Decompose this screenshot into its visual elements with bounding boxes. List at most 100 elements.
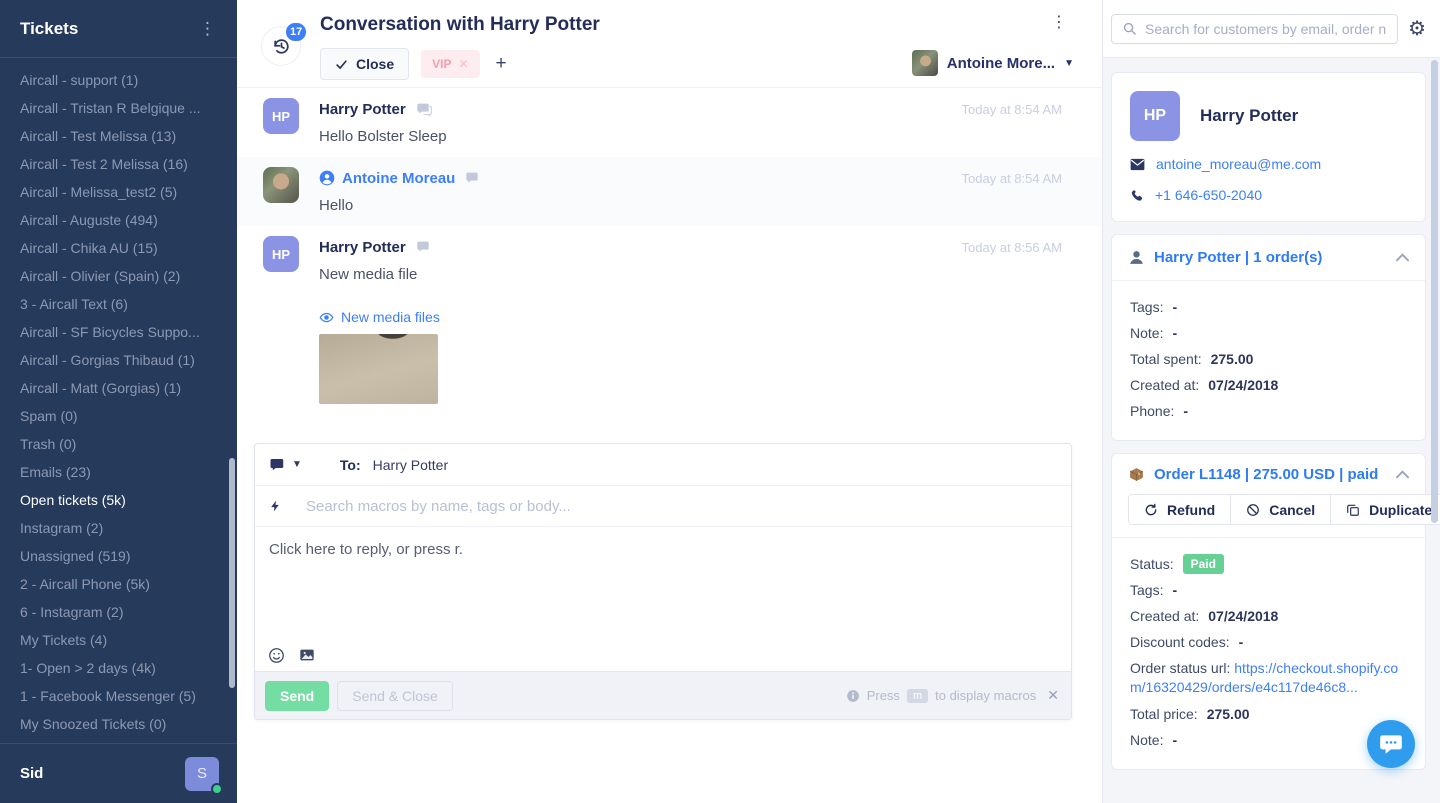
sidebar-item-trash[interactable]: Trash (0): [0, 430, 237, 458]
sidebar-kebab-menu-icon[interactable]: ⋮: [199, 19, 217, 39]
macro-hint: Press m to display macros ✕: [846, 687, 1059, 704]
collapse-chevron-icon[interactable]: [1396, 253, 1409, 262]
person-icon: [1128, 249, 1145, 266]
sidebar-item-open-2-days[interactable]: 1- Open > 2 days (4k): [0, 654, 237, 682]
channel-chat-icon: [416, 101, 432, 117]
macro-search-input[interactable]: [306, 498, 1057, 515]
customer-search-bar: ⚙: [1103, 0, 1440, 58]
message-agent: Antoine Moreau Hello Today at 8:54 AM: [237, 157, 1102, 226]
sidebar-item-matt-gorgias[interactable]: Aircall - Matt (Gorgias) (1): [0, 374, 237, 402]
sidebar-item-aircall-melissa-test2[interactable]: Aircall - Melissa_test2 (5): [0, 178, 237, 206]
sidebar-item-open-tickets[interactable]: Open tickets (5k): [0, 486, 237, 514]
message-list: HP Harry Potter Hello Bolster Sleep Toda…: [237, 88, 1102, 416]
reply-textarea[interactable]: Click here to reply, or press r.: [255, 527, 1071, 639]
sidebar-item-6-instagram[interactable]: 6 - Instagram (2): [0, 598, 237, 626]
order-actions: Refund Cancel Duplicate: [1128, 494, 1409, 525]
to-recipient[interactable]: Harry Potter: [373, 457, 448, 473]
sidebar-scrollbar[interactable]: [229, 458, 235, 688]
sidebar-user-footer: Sid S: [0, 743, 237, 803]
history-count-badge: 17: [286, 23, 306, 41]
gear-icon[interactable]: ⚙: [1408, 16, 1426, 41]
field-value: 07/24/2018: [1208, 377, 1278, 393]
chevron-down-icon: ▼: [1064, 58, 1074, 69]
conversation-kebab-menu-icon[interactable]: ⋮: [1051, 12, 1068, 32]
duplicate-order-button[interactable]: Duplicate: [1331, 494, 1440, 525]
customer-phone-link[interactable]: +1 646-650-2040: [1155, 187, 1262, 203]
order-header: Order L1148 | 275.00 USD | paid Refund C: [1112, 454, 1425, 538]
sidebar-item-aircall-chika[interactable]: Aircall - Chika AU (15): [0, 234, 237, 262]
sidebar-item-gorgias-thibaud[interactable]: Aircall - Gorgias Thibaud (1): [0, 346, 237, 374]
send-and-close-button[interactable]: Send & Close: [337, 681, 453, 711]
close-button-label: Close: [356, 56, 394, 72]
sidebar-item-instagram[interactable]: Instagram (2): [0, 514, 237, 542]
field-label: Order status url:: [1130, 660, 1230, 676]
channel-selector[interactable]: ▼: [269, 456, 302, 474]
assignee-avatar: [912, 50, 938, 76]
sidebar-item-aircall-text[interactable]: 3 - Aircall Text (6): [0, 290, 237, 318]
cancel-order-button[interactable]: Cancel: [1231, 494, 1331, 525]
message-timestamp: Today at 8:54 AM: [962, 171, 1062, 186]
add-tag-button[interactable]: +: [492, 53, 511, 75]
composer-footer: Send Send & Close Press m to display mac…: [255, 671, 1071, 719]
customer-avatar: HP: [1130, 91, 1180, 141]
support-chat-widget-button[interactable]: [1367, 720, 1415, 768]
dismiss-hint-icon[interactable]: ✕: [1047, 687, 1059, 704]
sidebar-item-my-tickets[interactable]: My Tickets (4): [0, 626, 237, 654]
field-value: -: [1172, 582, 1177, 598]
vip-tag[interactable]: VIP ✕: [421, 50, 479, 78]
sidebar-item-unassigned[interactable]: Unassigned (519): [0, 542, 237, 570]
sidebar-item-aircall-test-melissa[interactable]: Aircall - Test Melissa (13): [0, 122, 237, 150]
sidebar-title: Tickets: [20, 19, 78, 39]
field-value: -: [1239, 634, 1244, 650]
customer-orders-header[interactable]: Harry Potter | 1 order(s): [1112, 235, 1425, 281]
sidebar-item-aircall-tristan[interactable]: Aircall - Tristan R Belgique ...: [0, 94, 237, 122]
send-button[interactable]: Send: [265, 681, 329, 711]
field-label: Note:: [1130, 732, 1163, 748]
sidebar-item-aircall-auguste[interactable]: Aircall - Auguste (494): [0, 206, 237, 234]
field-label: Tags:: [1130, 299, 1163, 315]
assignee-selector[interactable]: Antoine More... ▼: [912, 50, 1074, 76]
reply-composer: ▼ To: Harry Potter Click here to reply, …: [254, 443, 1072, 720]
avatar: HP: [263, 236, 299, 272]
customer-search-input[interactable]: [1145, 21, 1387, 37]
customer-profile-card: HP Harry Potter antoine_moreau@me.com +1…: [1111, 72, 1426, 222]
message-body: New media file: [319, 266, 1062, 283]
field-label: Total spent:: [1130, 351, 1202, 367]
attach-image-icon[interactable]: [299, 647, 315, 663]
media-attachment-thumbnail[interactable]: [319, 334, 438, 404]
field-value: 275.00: [1211, 351, 1254, 367]
message-author: Harry Potter: [319, 101, 406, 118]
ticket-views-list: Aircall - support (1) Aircall - Tristan …: [0, 58, 237, 743]
customer-email-link[interactable]: antoine_moreau@me.com: [1156, 156, 1321, 172]
sidebar-item-sf-bicycles[interactable]: Aircall - SF Bicycles Suppo...: [0, 318, 237, 346]
emoji-icon[interactable]: [268, 647, 285, 664]
sidebar-item-aircall-phone[interactable]: 2 - Aircall Phone (5k): [0, 570, 237, 598]
current-user-avatar[interactable]: S: [185, 757, 219, 791]
right-panel-scrollbar[interactable]: [1431, 60, 1438, 523]
sidebar-item-aircall-olivier[interactable]: Aircall - Olivier (Spain) (2): [0, 262, 237, 290]
message-body: Hello: [319, 197, 1062, 214]
hint-prefix: Press: [867, 688, 900, 703]
eye-icon: [319, 310, 334, 325]
customer-panel-content: HP Harry Potter antoine_moreau@me.com +1…: [1103, 58, 1440, 770]
remove-tag-icon[interactable]: ✕: [458, 57, 468, 71]
sidebar-item-my-snoozed-tickets[interactable]: My Snoozed Tickets (0): [0, 710, 237, 738]
channel-chat-icon: [416, 239, 432, 255]
field-row: Tags:-: [1130, 577, 1407, 603]
close-ticket-button[interactable]: Close: [320, 48, 409, 80]
refresh-icon: [1144, 503, 1158, 517]
field-row: Created at:07/24/2018: [1130, 603, 1407, 629]
chat-bubble-icon: [1378, 731, 1404, 757]
conversation-header: 17 Conversation with Harry Potter Close …: [237, 0, 1102, 88]
hint-keyboard-key: m: [907, 689, 928, 703]
new-media-files-link[interactable]: New media files: [319, 309, 1062, 325]
sidebar-item-spam[interactable]: Spam (0): [0, 402, 237, 430]
sidebar-item-facebook-messenger[interactable]: 1 - Facebook Messenger (5): [0, 682, 237, 710]
customer-search-field[interactable]: [1111, 14, 1398, 44]
sidebar-item-aircall-test-2-melissa[interactable]: Aircall - Test 2 Melissa (16): [0, 150, 237, 178]
collapse-chevron-icon[interactable]: [1396, 470, 1409, 479]
customer-name: Harry Potter: [1200, 106, 1298, 126]
sidebar-item-aircall-support[interactable]: Aircall - support (1): [0, 66, 237, 94]
sidebar-item-emails[interactable]: Emails (23): [0, 458, 237, 486]
refund-button[interactable]: Refund: [1128, 494, 1231, 525]
